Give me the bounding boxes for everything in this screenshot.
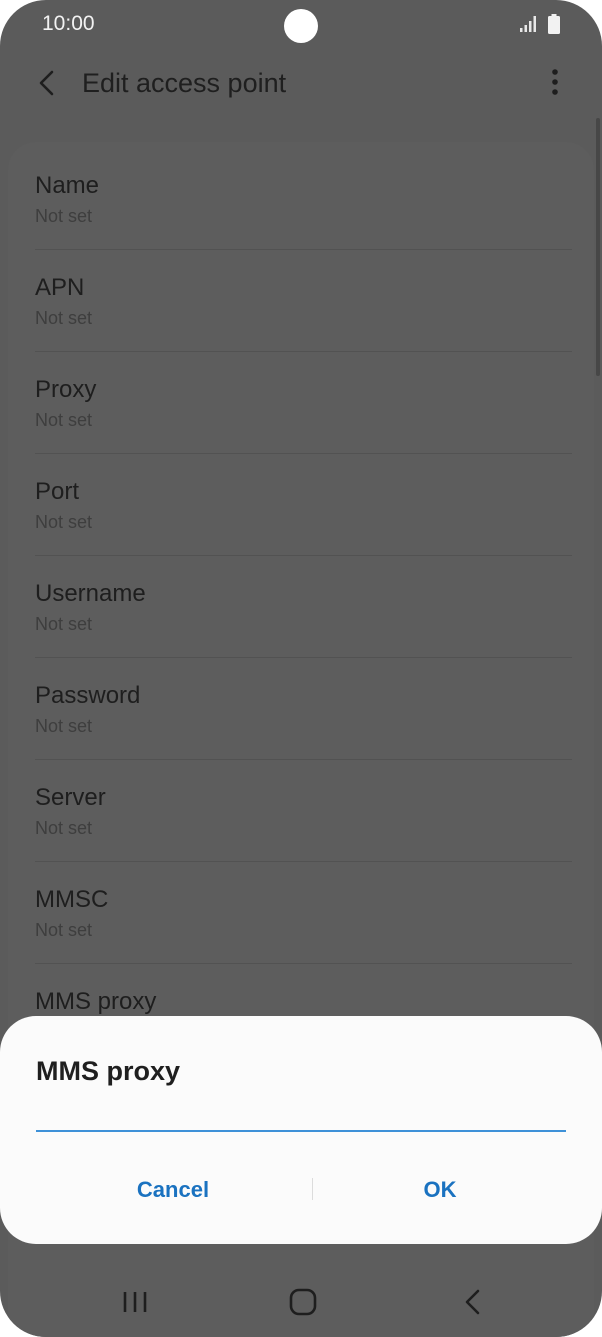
more-options-button[interactable] bbox=[540, 64, 570, 102]
app-bar: Edit access point bbox=[0, 52, 602, 114]
item-title: MMSC bbox=[35, 886, 109, 913]
item-summary: Not set bbox=[35, 410, 93, 430]
button-separator bbox=[312, 1178, 313, 1200]
item-title: Password bbox=[35, 682, 141, 709]
back-icon bbox=[465, 1289, 480, 1315]
front-camera bbox=[284, 9, 318, 43]
item-summary: Not set bbox=[35, 818, 93, 838]
item-title: Name bbox=[35, 172, 100, 199]
item-summary: Not set bbox=[35, 614, 93, 634]
battery-icon bbox=[548, 14, 560, 34]
list-item-port[interactable]: Port Not set bbox=[35, 454, 572, 556]
page-title: Edit access point bbox=[82, 68, 287, 98]
recents-icon bbox=[123, 1292, 147, 1312]
item-title: Proxy bbox=[35, 376, 97, 403]
list-item-username[interactable]: Username Not set bbox=[35, 556, 572, 658]
more-options-icon bbox=[552, 69, 558, 95]
mms-proxy-input[interactable] bbox=[36, 1112, 566, 1132]
back-arrow-icon bbox=[39, 70, 54, 96]
home-button[interactable] bbox=[283, 1284, 323, 1320]
item-title: Server bbox=[35, 784, 106, 811]
list-item-name[interactable]: Name Not set bbox=[35, 148, 572, 250]
item-title: Username bbox=[35, 580, 146, 607]
item-title: MMS proxy bbox=[35, 988, 157, 1015]
status-bar: 10:00 bbox=[0, 0, 602, 52]
home-icon bbox=[289, 1288, 317, 1316]
item-summary: Not set bbox=[35, 920, 93, 940]
list-item-proxy[interactable]: Proxy Not set bbox=[35, 352, 572, 454]
item-title: APN bbox=[35, 274, 85, 301]
list-item-mmsc[interactable]: MMSC Not set bbox=[35, 862, 572, 964]
scrollbar[interactable] bbox=[596, 118, 600, 376]
item-summary: Not set bbox=[35, 206, 93, 226]
list-item-password[interactable]: Password Not set bbox=[35, 658, 572, 760]
list-item-server[interactable]: Server Not set bbox=[35, 760, 572, 862]
navigation-bar bbox=[0, 1264, 602, 1337]
status-time: 10:00 bbox=[42, 12, 95, 35]
dialog-title: MMS proxy bbox=[36, 1056, 181, 1086]
back-button[interactable] bbox=[28, 64, 66, 102]
signal-icon bbox=[520, 16, 536, 32]
phone-screen: 10:00 Edit access point Name Not set APN… bbox=[0, 0, 602, 1337]
mms-proxy-dialog: MMS proxy Cancel OK bbox=[0, 1016, 602, 1244]
item-summary: Not set bbox=[35, 716, 93, 736]
cancel-button[interactable]: Cancel bbox=[36, 1168, 310, 1212]
recents-button[interactable] bbox=[115, 1284, 155, 1320]
ok-button[interactable]: OK bbox=[314, 1168, 566, 1212]
nav-back-button[interactable] bbox=[452, 1284, 492, 1320]
item-summary: Not set bbox=[35, 308, 93, 328]
list-item-apn[interactable]: APN Not set bbox=[35, 250, 572, 352]
item-title: Port bbox=[35, 478, 80, 505]
item-summary: Not set bbox=[35, 512, 93, 532]
